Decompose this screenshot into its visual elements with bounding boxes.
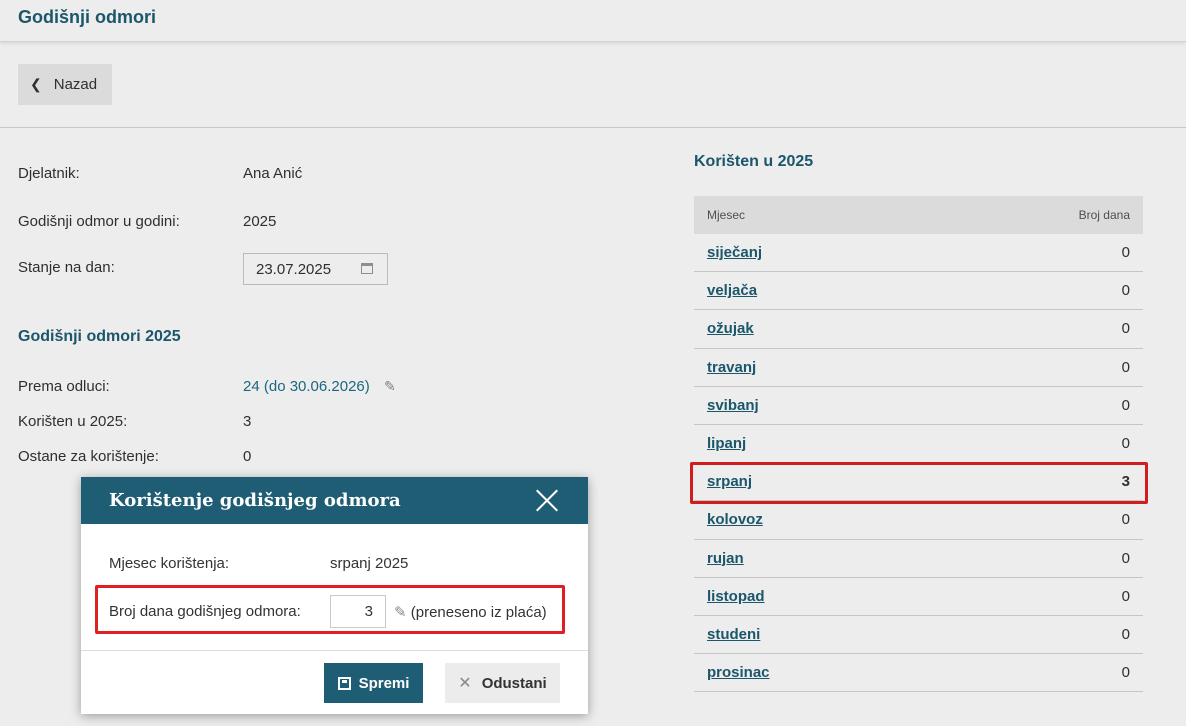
usage-modal: Korištenje godišnjeg odmora Mjesec koriš… xyxy=(81,477,588,714)
cancel-button[interactable]: ✕ Odustani xyxy=(445,663,560,703)
close-icon[interactable] xyxy=(534,487,560,513)
modal-month-value: srpanj 2025 xyxy=(330,555,409,572)
highlight-box-days xyxy=(95,585,565,634)
modal-header: Korištenje godišnjeg odmora xyxy=(81,477,588,524)
floppy-disk-icon xyxy=(337,676,351,690)
cancel-button-label: Odustani xyxy=(481,674,547,692)
close-x-icon: ✕ xyxy=(458,675,472,692)
modal-title: Korištenje godišnjeg odmora xyxy=(109,490,401,511)
modal-footer-divider xyxy=(81,650,588,651)
modal-month-label: Mjesec korištenja: xyxy=(109,555,230,572)
save-button[interactable]: Spremi xyxy=(324,663,423,703)
save-button-label: Spremi xyxy=(358,674,410,692)
